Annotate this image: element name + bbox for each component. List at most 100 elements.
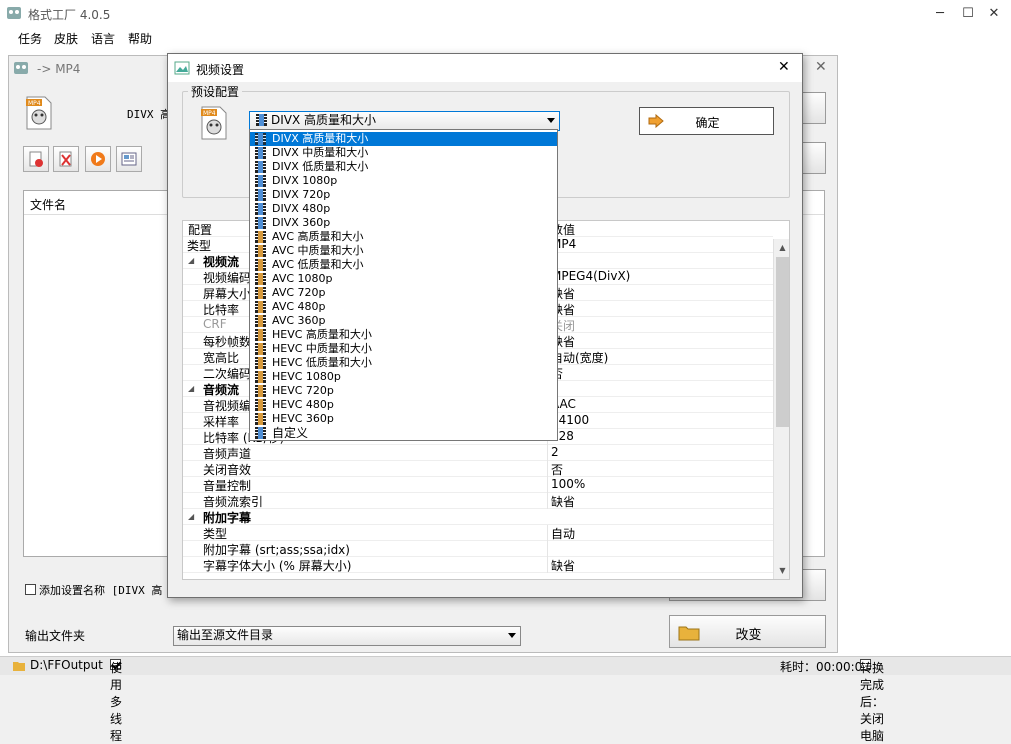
mp4-file-icon: MP4 (26, 96, 52, 130)
preset-option-label: HEVC 中质量和大小 (272, 342, 372, 355)
convert-window-title: -> MP4 (37, 62, 81, 76)
film-icon (255, 357, 266, 369)
preset-option[interactable]: AVC 480p (250, 300, 557, 314)
preset-option-label: AVC 720p (272, 286, 326, 299)
grid-scrollbar[interactable]: ▲ ▼ (773, 239, 789, 579)
chevron-down-icon (547, 118, 555, 123)
preset-option[interactable]: DIVX 720p (250, 188, 557, 202)
grid-category-row[interactable]: ◢ 附加字幕 (183, 509, 773, 525)
convert-close-icon[interactable]: ✕ (815, 59, 827, 75)
preset-option[interactable]: DIVX 1080p (250, 174, 557, 188)
preset-option[interactable]: AVC 低质量和大小 (250, 258, 557, 272)
preset-option[interactable]: AVC 1080p (250, 272, 557, 286)
preset-option[interactable]: DIVX 360p (250, 216, 557, 230)
preset-option-label: HEVC 720p (272, 384, 334, 397)
grid-row[interactable]: 字幕字体大小 (% 屏幕大小) 缺省 (183, 557, 773, 573)
preset-option[interactable]: DIVX 高质量和大小 (250, 132, 557, 146)
film-icon (255, 385, 266, 397)
preset-option-label: DIVX 480p (272, 202, 331, 215)
preset-option[interactable]: AVC 720p (250, 286, 557, 300)
preset-option[interactable]: HEVC 720p (250, 384, 557, 398)
grid-row-key: 关闭音效 (203, 463, 252, 477)
add-setting-name-label: 添加设置名称 [DIVX 高 (39, 584, 163, 597)
change-button[interactable]: 改变 (669, 615, 826, 648)
film-icon (255, 245, 266, 257)
checkbox-box[interactable] (25, 584, 36, 595)
preset-option[interactable]: DIVX 低质量和大小 (250, 160, 557, 174)
maximize-icon[interactable]: ☐ (954, 4, 982, 24)
film-icon (255, 259, 266, 271)
grid-row-key: 类型 (187, 239, 212, 253)
filename-column-header[interactable]: 文件名 (30, 196, 66, 213)
clear-button[interactable] (53, 146, 79, 172)
preset-option-label: AVC 1080p (272, 272, 333, 285)
preset-dropdown-list[interactable]: DIVX 高质量和大小 DIVX 中质量和大小 DIVX 低质量和大小 DIVX 10… (249, 129, 558, 441)
collapse-icon[interactable]: ◢ (188, 384, 194, 393)
scroll-down-icon[interactable]: ▼ (774, 562, 789, 579)
preset-option[interactable]: HEVC 360p (250, 412, 557, 426)
grid-row-key: 音频声道 (203, 447, 252, 461)
preset-option-label: HEVC 高质量和大小 (272, 328, 372, 341)
preset-option[interactable]: AVC 360p (250, 314, 557, 328)
scroll-up-icon[interactable]: ▲ (774, 239, 789, 256)
grid-row[interactable]: 音频流索引 缺省 (183, 493, 773, 509)
grid-row[interactable]: 音量控制 100% (183, 477, 773, 493)
preset-option[interactable]: 自定义 (250, 426, 557, 440)
preset-option[interactable]: AVC 高质量和大小 (250, 230, 557, 244)
play-button[interactable] (85, 146, 111, 172)
chevron-down-icon (508, 633, 516, 638)
grid-row[interactable]: 附加字幕 (srt;ass;ssa;idx) (183, 541, 773, 557)
collapse-icon[interactable]: ◢ (188, 512, 194, 521)
output-folder-select[interactable]: 输出至源文件目录 (173, 626, 521, 646)
preset-option-label: HEVC 低质量和大小 (272, 356, 372, 369)
grid-row-key: CRF (203, 317, 227, 331)
preset-option[interactable]: DIVX 480p (250, 202, 557, 216)
add-setting-name-checkbox[interactable]: 添加设置名称 [DIVX 高 (25, 582, 162, 598)
film-icon (255, 231, 266, 243)
menu-task[interactable]: 任务 (18, 30, 42, 47)
preset-option-label: AVC 480p (272, 300, 326, 313)
collapse-icon[interactable]: ◢ (188, 256, 194, 265)
svg-text:MP4: MP4 (203, 110, 216, 117)
grid-header-key: 配置 (188, 223, 213, 237)
film-icon (255, 189, 266, 201)
preset-option[interactable]: HEVC 480p (250, 398, 557, 412)
preset-option[interactable]: HEVC 高质量和大小 (250, 328, 557, 342)
preset-option-label: HEVC 1080p (272, 370, 341, 383)
elapsed-time: 耗时：00:00:00 (780, 660, 870, 674)
ok-button[interactable]: 确定 (639, 107, 774, 135)
info-button[interactable] (116, 146, 142, 172)
grid-row-key: 音量控制 (203, 479, 252, 493)
preset-select[interactable]: DIVX 高质量和大小 (249, 111, 560, 131)
dialog-title: 视频设置 (196, 63, 245, 77)
ok-button-label: 确定 (695, 116, 720, 130)
preset-option[interactable]: HEVC 1080p (250, 370, 557, 384)
grid-row-value: 缺省 (551, 495, 576, 509)
play-icon (91, 152, 105, 166)
menu-help[interactable]: 帮助 (128, 30, 152, 47)
grid-row[interactable]: 类型 自动 (183, 525, 773, 541)
grid-row-key: 宽高比 (203, 351, 240, 365)
svg-text:MP4: MP4 (28, 100, 41, 107)
window-logo-icon (14, 62, 28, 74)
preset-option[interactable]: AVC 中质量和大小 (250, 244, 557, 258)
output-path[interactable]: D:\FFOutput (30, 658, 103, 672)
film-icon (255, 399, 266, 411)
menu-language[interactable]: 语言 (91, 30, 115, 47)
grid-row[interactable]: 音频声道 2 (183, 445, 773, 461)
remove-button[interactable] (23, 146, 49, 172)
film-icon (255, 343, 266, 355)
grid-row[interactable]: 关闭音效 否 (183, 461, 773, 477)
preset-option[interactable]: HEVC 低质量和大小 (250, 356, 557, 370)
minimize-icon[interactable]: ─ (926, 4, 954, 24)
dialog-title-bar: 视频设置 ✕ (168, 54, 802, 82)
grid-row-key: 类型 (203, 527, 228, 541)
close-icon[interactable]: ✕ (980, 4, 1008, 24)
preset-option-label: DIVX 低质量和大小 (272, 160, 369, 173)
dialog-close-icon[interactable]: ✕ (778, 59, 790, 75)
menu-skin[interactable]: 皮肤 (54, 30, 78, 47)
scroll-thumb[interactable] (776, 257, 789, 427)
preset-option[interactable]: DIVX 中质量和大小 (250, 146, 557, 160)
preset-option[interactable]: HEVC 中质量和大小 (250, 342, 557, 356)
grid-row-key: 附加字幕 (203, 511, 252, 525)
